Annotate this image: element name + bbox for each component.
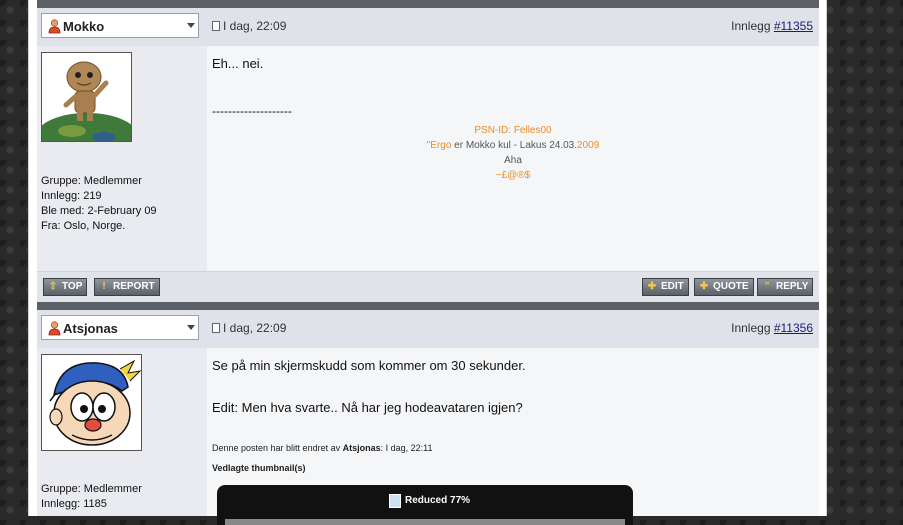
signature-aha: Aha xyxy=(504,155,522,166)
signature-psn-id: PSN-ID: Felles00 xyxy=(474,125,552,136)
top-button[interactable]: ⇧ TOP xyxy=(43,278,88,296)
thread-container: Mokko I dag, 22:09 Innlegg #11355 Gruppe… xyxy=(37,0,819,525)
message-text: Eh... nei. xyxy=(212,56,264,71)
signature-symbols: ~£@®$ xyxy=(495,170,531,181)
edit-note-author: Atsjonas xyxy=(342,443,381,453)
chevron-down-icon[interactable] xyxy=(187,325,195,330)
signature-separator: -------------------- xyxy=(212,104,292,118)
post-number: Innlegg #11356 xyxy=(731,321,813,335)
forum-frame: Mokko I dag, 22:09 Innlegg #11355 Gruppe… xyxy=(28,0,827,525)
attachments-title: Vedlagte thumbnail(s) xyxy=(212,463,306,473)
avatar[interactable] xyxy=(41,52,132,142)
report-button[interactable]: ! REPORT xyxy=(94,278,160,296)
chevron-down-icon[interactable] xyxy=(187,23,195,28)
edit-button[interactable]: ✚ EDIT xyxy=(642,278,689,296)
user-location: Fra: Oslo, Norge. xyxy=(41,220,126,232)
post-header: Atsjonas I dag, 22:09 Innlegg #11356 xyxy=(37,310,819,348)
user-group: Gruppe: Medlemmer xyxy=(41,483,142,495)
user-joined: Ble med: 2-February 09 xyxy=(41,205,157,217)
user-icon xyxy=(48,321,61,336)
avatar[interactable] xyxy=(41,354,142,451)
post-header: Mokko I dag, 22:09 Innlegg #11355 xyxy=(37,8,819,46)
post-number: Innlegg #11355 xyxy=(731,19,813,33)
quote-marks-icon: ” xyxy=(764,281,770,292)
username[interactable]: Atsjonas xyxy=(63,321,118,336)
exclamation-icon: ! xyxy=(102,281,106,292)
user-details: Gruppe: Medlemmer Innlegg: 1185 xyxy=(41,482,142,512)
post-date: I dag, 22:09 xyxy=(223,19,287,33)
user-post-count: Innlegg: 219 xyxy=(41,190,102,202)
user-profile-panel: Gruppe: Medlemmer Innlegg: 219 Ble med: … xyxy=(37,46,207,271)
plus-icon: ✚ xyxy=(699,281,709,292)
user-menu-dropdown[interactable]: Mokko xyxy=(41,13,199,38)
thumbnail-preview-strip xyxy=(225,519,625,525)
cartoon-face-avatar-image xyxy=(42,355,141,450)
user-post-count: Innlegg: 1185 xyxy=(41,498,107,510)
post-divider xyxy=(37,302,819,310)
user-group: Gruppe: Medlemmer xyxy=(41,175,142,187)
post-body: Eh... nei. -------------------- PSN-ID: … xyxy=(207,46,819,271)
post-date: I dag, 22:09 xyxy=(223,321,287,335)
post-actions-bar: ⇧ TOP ! REPORT ✚ EDIT ✚ QUOTE ” REPLY xyxy=(37,271,819,302)
edit-note: Denne posten har blitt endret av Atsjona… xyxy=(212,443,433,453)
post-body: Se på min skjermskudd som kommer om 30 s… xyxy=(207,348,819,525)
user-details: Gruppe: Medlemmer Innlegg: 219 Ble med: … xyxy=(41,174,157,234)
signature-quote: "Ergo er Mokko kul - Lakus 24.03.2009 xyxy=(426,140,600,151)
post-permalink[interactable]: #11356 xyxy=(774,321,813,335)
post-icon xyxy=(212,323,220,333)
signature: PSN-ID: Felles00 "Ergo er Mokko kul - La… xyxy=(207,123,819,183)
reply-button[interactable]: ” REPLY xyxy=(757,278,814,296)
post-divider xyxy=(37,0,819,8)
plus-icon: ✚ xyxy=(647,281,657,292)
image-icon xyxy=(389,494,401,508)
username[interactable]: Mokko xyxy=(63,19,104,34)
arrow-up-icon: ⇧ xyxy=(48,281,58,292)
sackboy-avatar-image xyxy=(42,53,131,141)
post-permalink[interactable]: #11355 xyxy=(774,19,813,33)
user-profile-panel: Gruppe: Medlemmer Innlegg: 1185 xyxy=(37,348,207,516)
quote-button[interactable]: ✚ QUOTE xyxy=(694,278,754,296)
user-icon xyxy=(48,19,61,34)
post-icon xyxy=(212,21,220,31)
attachment-thumbnail[interactable]: Reduced 77% xyxy=(217,485,633,525)
user-menu-dropdown[interactable]: Atsjonas xyxy=(41,315,199,340)
message-text: Se på min skjermskudd som kommer om 30 s… xyxy=(212,358,526,373)
thumbnail-reduced-label: Reduced 77% xyxy=(405,495,471,506)
message-text: Edit: Men hva svarte.. Nå har jeg hodeav… xyxy=(212,400,523,415)
